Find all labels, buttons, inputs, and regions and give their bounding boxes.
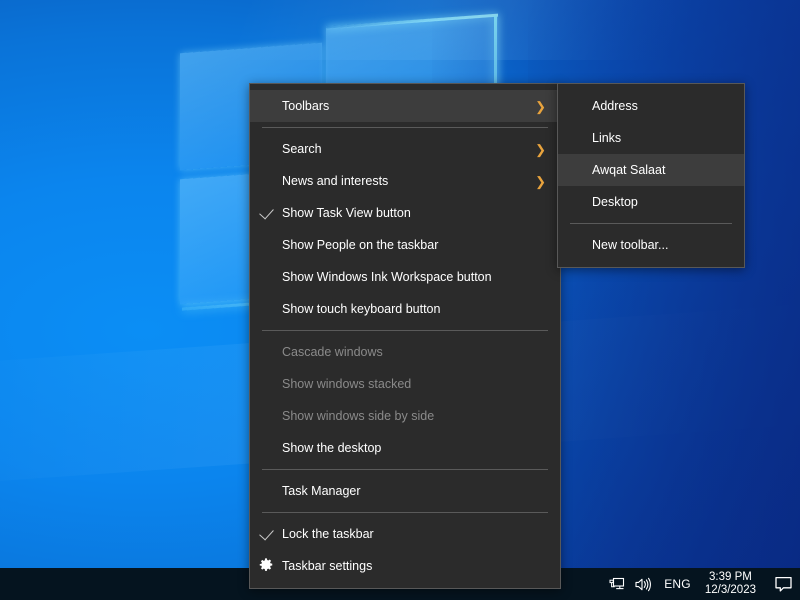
menu-item-gutter [250, 557, 282, 575]
desktop-screen: ENG 3:39 PM 12/3/2023 Toolbars ❯ Search ❯ Ne… [0, 0, 800, 600]
menu-item-label: Show Windows Ink Workspace button [282, 270, 492, 284]
menu-item-label: Lock the taskbar [282, 527, 374, 541]
chevron-right-icon: ❯ [535, 98, 546, 114]
menu-separator [262, 127, 548, 128]
menu-item-show-windows-ink-workspace-button[interactable]: Show Windows Ink Workspace button [250, 261, 560, 293]
clock-time: 3:39 PM [709, 571, 752, 583]
menu-item-show-people-on-the-taskbar[interactable]: Show People on the taskbar [250, 229, 560, 261]
menu-separator [262, 469, 548, 470]
context-menu-list: Toolbars ❯ Search ❯ News and interests ❯ Show … [250, 90, 560, 582]
gear-icon [259, 557, 273, 575]
menu-item-label: Address [592, 99, 638, 113]
language-indicator[interactable]: ENG [656, 577, 699, 591]
menu-item-label: Show the desktop [282, 441, 382, 455]
submenu-item-new-toolbar[interactable]: New toolbar... [558, 229, 744, 261]
menu-item-label: Links [592, 131, 622, 145]
toolbars-submenu[interactable]: Address Links Awqat Salaat Desktop New toolb… [557, 83, 745, 268]
menu-item-task-manager[interactable]: Task Manager [250, 475, 560, 507]
menu-item-taskbar-settings[interactable]: Taskbar settings [250, 550, 560, 582]
notification-speech-bubble-icon[interactable] [766, 568, 800, 600]
menu-separator [262, 330, 548, 331]
menu-item-news-and-interests[interactable]: News and interests ❯ [250, 165, 560, 197]
menu-item-label: Toolbars [282, 99, 330, 113]
chevron-right-icon: ❯ [535, 173, 546, 189]
volume-speaker-icon[interactable] [630, 568, 656, 600]
menu-item-label: Cascade windows [282, 345, 383, 359]
clock-date: 12/3/2023 [704, 584, 756, 596]
taskbar-context-menu[interactable]: Toolbars ❯ Search ❯ News and interests ❯ Show … [249, 83, 561, 589]
menu-item-show-touch-keyboard-button[interactable]: Show touch keyboard button [250, 293, 560, 325]
menu-item-label: Taskbar settings [282, 559, 373, 573]
menu-bottom-padding [250, 582, 560, 588]
menu-item-label: Show windows side by side [282, 409, 435, 423]
menu-item-label: News and interests [282, 174, 389, 188]
menu-item-show-the-desktop[interactable]: Show the desktop [250, 432, 560, 464]
menu-item-show-task-view-button[interactable]: Show Task View button [250, 197, 560, 229]
chevron-right-icon: ❯ [535, 141, 546, 157]
menu-item-toolbars[interactable]: Toolbars ❯ [250, 90, 560, 122]
menu-item-search[interactable]: Search ❯ [250, 133, 560, 165]
menu-item-cascade-windows: Cascade windows [250, 336, 560, 368]
submenu-item-links[interactable]: Links [558, 122, 744, 154]
menu-item-label: Show People on the taskbar [282, 238, 439, 252]
menu-separator [262, 512, 548, 513]
menu-item-gutter [250, 203, 282, 220]
menu-item-label: Show touch keyboard button [282, 302, 441, 316]
check-icon [258, 203, 274, 220]
network-monitor-icon[interactable] [604, 568, 630, 600]
menu-separator [570, 223, 732, 224]
submenu-item-address[interactable]: Address [558, 90, 744, 122]
submenu-item-awqat-salaat[interactable]: Awqat Salaat [558, 154, 744, 186]
check-icon [258, 524, 274, 541]
menu-item-label: Search [282, 142, 322, 156]
menu-item-label: New toolbar... [592, 238, 669, 252]
menu-item-show-windows-side-by-side: Show windows side by side [250, 400, 560, 432]
menu-item-label: Awqat Salaat [592, 163, 666, 177]
clock[interactable]: 3:39 PM 12/3/2023 [699, 568, 766, 600]
menu-item-show-windows-stacked: Show windows stacked [250, 368, 560, 400]
menu-item-gutter [250, 524, 282, 541]
menu-item-label: Desktop [592, 195, 638, 209]
menu-item-label: Show windows stacked [282, 377, 412, 391]
submenu-list: Address Links Awqat Salaat Desktop New toolb… [558, 90, 744, 261]
menu-item-lock-the-taskbar[interactable]: Lock the taskbar [250, 518, 560, 550]
menu-item-label: Task Manager [282, 484, 361, 498]
submenu-item-desktop[interactable]: Desktop [558, 186, 744, 218]
submenu-bottom-padding [558, 261, 744, 267]
menu-item-label: Show Task View button [282, 206, 411, 220]
system-tray: ENG 3:39 PM 12/3/2023 [604, 568, 800, 600]
